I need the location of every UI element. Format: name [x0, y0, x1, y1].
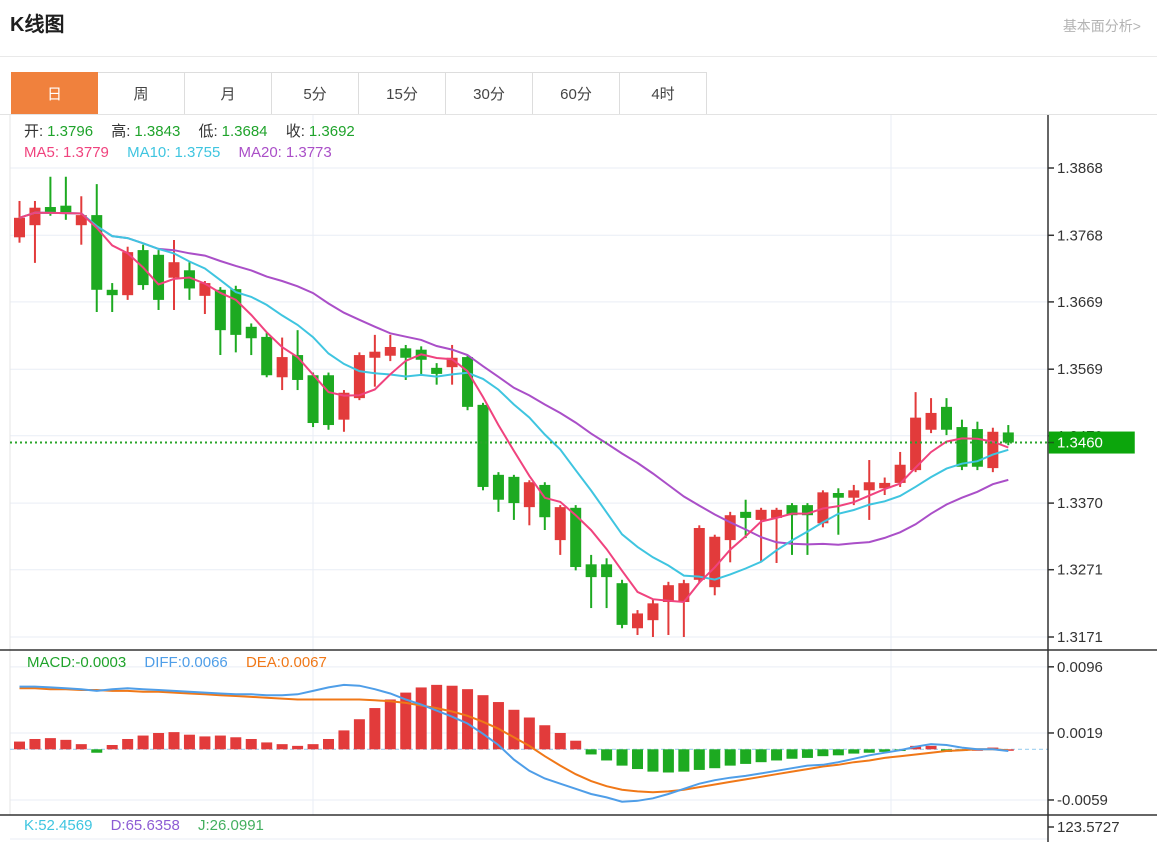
- k-value: 52.4569: [38, 817, 93, 834]
- tab-4时[interactable]: 4时: [620, 72, 707, 115]
- ma20-value: 1.3773: [285, 144, 332, 161]
- ma10-value: 1.3755: [174, 144, 221, 161]
- kline-page: K线图 基本面分析> 日周月 5分 15分 30分 60分 4时 1.3868 1.3768…: [0, 0, 1157, 842]
- ma-info-row: MA5: 1.3779 MA10: 1.3755 MA20: 1.3773: [24, 144, 332, 161]
- candlestick-series: [14, 176, 1014, 637]
- ma5-label: MA5:: [24, 144, 60, 161]
- tab-60分[interactable]: 60分: [533, 72, 620, 115]
- macd-label: MACD:: [27, 654, 76, 671]
- d-value: 65.6358: [125, 817, 180, 834]
- j-label: J:: [198, 817, 210, 834]
- k-label: K:: [24, 817, 39, 834]
- macd-value: -0.0003: [75, 654, 127, 671]
- kline-chart-canvas[interactable]: 1.38681.37681.36691.35691.34701.33701.32…: [0, 115, 1157, 842]
- price-axis-label: 1.3868: [1057, 160, 1103, 177]
- price-axis-label: 1.3370: [1057, 495, 1103, 512]
- ma10-label: MA10:: [127, 144, 171, 161]
- price-axis-label: 1.3768: [1057, 227, 1103, 244]
- open-value: 1.3796: [47, 123, 94, 140]
- low-value: 1.3684: [221, 123, 268, 140]
- dea-label: DEA:: [245, 654, 281, 671]
- ma10-line: [19, 211, 1009, 581]
- j-value: 26.0991: [209, 817, 264, 834]
- price-axis-label: 1.3171: [1057, 629, 1103, 646]
- close-value: 1.3692: [308, 123, 355, 140]
- ma5-value: 1.3779: [63, 144, 109, 161]
- header-divider: [0, 56, 1157, 57]
- tab-15分[interactable]: 15分: [359, 72, 446, 115]
- tab-5分[interactable]: 5分: [272, 72, 359, 115]
- current-price-badge-value: 1.3460: [1057, 435, 1103, 452]
- macd-axis-label: 0.0096: [1057, 659, 1103, 676]
- tab-日[interactable]: 日: [11, 72, 98, 115]
- interval-tabbar: 日周月 5分 15分 30分 60分 4时: [11, 72, 707, 115]
- kdj-info-row: K:52.4569 D:65.6358 J:26.0991: [24, 817, 264, 834]
- kdj-axis-label: 123.5727: [1057, 819, 1120, 836]
- fundamental-analysis-link[interactable]: 基本面分析>: [1063, 16, 1141, 36]
- high-value: 1.3843: [134, 123, 181, 140]
- ma20-label: MA20:: [238, 144, 282, 161]
- ohlc-info-row: 开: 1.3796 高: 1.3843 低: 1.3684 收: 1.3692: [24, 120, 355, 141]
- price-axis-label: 1.3569: [1057, 361, 1103, 378]
- low-label: 低:: [198, 123, 218, 140]
- macd-axis-label: -0.0059: [1057, 792, 1108, 809]
- macd-axis-label: 0.0019: [1057, 725, 1103, 742]
- open-label: 开:: [24, 123, 44, 140]
- page-title: K线图: [10, 14, 65, 36]
- tab-30分[interactable]: 30分: [446, 72, 533, 115]
- macd-info-row: MACD:-0.0003 DIFF:0.0066 DEA:0.0067: [27, 654, 327, 671]
- price-axis-label: 1.3669: [1057, 294, 1103, 311]
- price-axis-label: 1.3271: [1057, 562, 1103, 579]
- d-label: D:: [110, 817, 126, 834]
- diff-value: 0.0066: [181, 654, 228, 671]
- tab-周[interactable]: 周: [98, 72, 185, 115]
- tab-月[interactable]: 月: [185, 72, 272, 115]
- close-label: 收:: [285, 123, 305, 140]
- high-label: 高:: [111, 123, 131, 140]
- diff-label: DIFF:: [144, 654, 182, 671]
- dea-value: 0.0067: [280, 654, 327, 671]
